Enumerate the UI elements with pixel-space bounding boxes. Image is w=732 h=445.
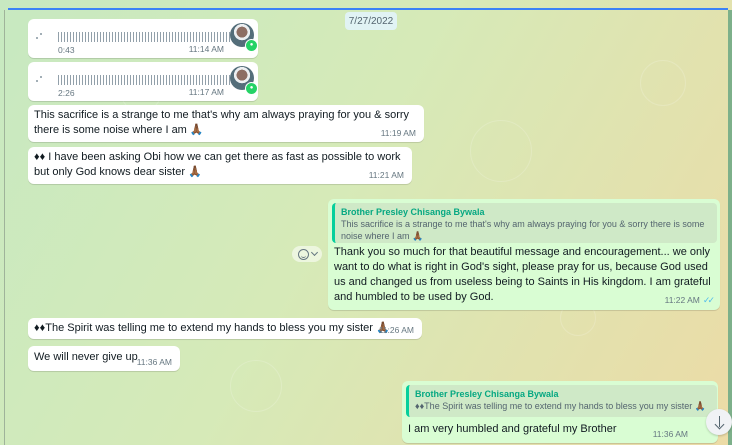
wallpaper-doodle — [470, 120, 532, 182]
emoji-reaction-icon — [297, 248, 309, 260]
window-top-border — [8, 8, 728, 10]
voice-duration: 0:43 — [58, 45, 75, 55]
message-text: We will never give up — [34, 351, 138, 363]
play-icon[interactable] — [36, 74, 46, 84]
chevron-down-icon — [310, 248, 318, 257]
quote-author: Brother Presley Chisanga Bywala — [415, 389, 559, 399]
window-left-border — [4, 10, 5, 445]
incoming-message[interactable]: ♦♦ I have been asking Obi how we can get… — [28, 147, 412, 184]
message-time: 11:26 AM — [378, 325, 414, 335]
incoming-message[interactable]: We will never give up 11:36 AM — [28, 346, 180, 371]
quoted-message[interactable]: Brother Presley Chisanga Bywala This sac… — [332, 203, 717, 243]
microphone-icon: ● — [245, 39, 258, 52]
message-text: ♦♦ I have been asking Obi how we can get… — [34, 151, 401, 178]
microphone-icon: ● — [245, 82, 258, 95]
message-time: 11:19 AM — [380, 128, 416, 138]
message-text: I am very humbled and grateful my Brothe… — [408, 423, 617, 435]
scrollbar[interactable] — [728, 10, 732, 445]
read-receipt-icon: ✓✓ — [702, 295, 715, 305]
message-text: This sacrifice is a strange to me that's… — [34, 109, 410, 136]
wallpaper-doodle — [230, 360, 282, 412]
message-time: 11:14 AM — [188, 44, 224, 54]
outgoing-message[interactable]: Brother Presley Chisanga Bywala This sac… — [328, 199, 720, 310]
audio-waveform[interactable] — [58, 32, 240, 42]
voice-message[interactable]: 0:43 11:14 AM ● — [28, 19, 258, 58]
message-time: 11:36 AM — [136, 357, 172, 367]
audio-waveform[interactable] — [58, 75, 240, 85]
emoji-reaction-button[interactable] — [292, 246, 322, 262]
scroll-to-bottom-button[interactable] — [706, 409, 732, 435]
voice-message[interactable]: 2:26 11:17 AM ● — [28, 62, 258, 101]
quote-text: ♦♦The Spirit was telling me to extend my… — [415, 401, 707, 411]
incoming-message[interactable]: ♦♦The Spirit was telling me to extend my… — [28, 318, 422, 339]
wallpaper-doodle — [640, 60, 686, 106]
outgoing-message[interactable]: Brother Presley Chisanga Bywala ♦♦The Sp… — [402, 381, 718, 443]
message-time: 11:17 AM — [188, 87, 224, 97]
date-chip: 7/27/2022 — [345, 12, 397, 30]
message-time: 11:21 AM — [368, 170, 404, 180]
quote-text: This sacrifice is a strange to me that's… — [341, 219, 705, 241]
incoming-message[interactable]: This sacrifice is a strange to me that's… — [28, 105, 424, 142]
message-time: 11:22 AM — [664, 295, 700, 305]
quoted-message[interactable]: Brother Presley Chisanga Bywala ♦♦The Sp… — [406, 385, 717, 417]
message-time: 11:36 AM — [652, 429, 688, 439]
message-status: 11:22 AM ✓✓ — [664, 295, 715, 306]
message-text: ♦♦The Spirit was telling me to extend my… — [34, 322, 390, 334]
voice-duration: 2:26 — [58, 88, 75, 98]
message-text: Thank you so much for that beautiful mes… — [334, 246, 711, 303]
play-icon[interactable] — [36, 31, 46, 41]
quote-author: Brother Presley Chisanga Bywala — [341, 207, 485, 217]
